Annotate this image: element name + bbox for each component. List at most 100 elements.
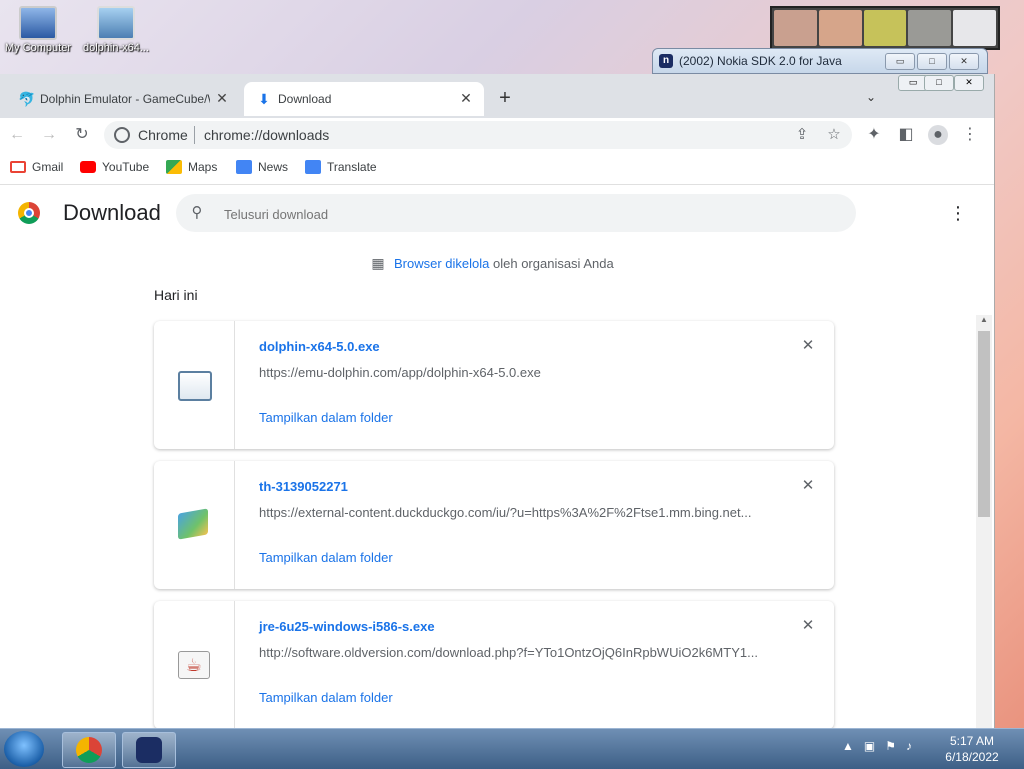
remove-download-icon[interactable]: ✕ [800,478,816,494]
toolbar: ← → ↻ Chrome chrome://downloads ⇪ ☆ ✦ ◧ … [0,118,994,152]
bookmark-gmail[interactable]: Gmail [10,160,63,174]
chrome-icon [76,737,102,763]
desktop-icon-dolphin[interactable]: dolphin-x64... [80,6,152,54]
show-in-folder-link[interactable]: Tampilkan dalam folder [259,690,393,705]
forward-icon[interactable]: → [39,125,59,145]
clock-time: 5:17 AM [949,734,995,748]
address-bar[interactable]: Chrome chrome://downloads ⇪ ☆ [104,121,852,149]
bookmark-maps[interactable]: Maps [166,160,217,174]
extensions-icon[interactable]: ✦ [864,125,884,145]
action-center-icon[interactable]: ⚑ [885,739,896,753]
tab-download[interactable]: ⬇ Download ✕ [244,82,484,116]
bookmark-label: Gmail [32,160,64,174]
url-text[interactable]: chrome://downloads [204,127,329,143]
close-button[interactable]: ✕ [949,53,979,70]
bookmark-youtube[interactable]: YouTube [80,160,149,174]
close-tab-icon[interactable]: ✕ [214,90,230,106]
search-input[interactable] [222,203,826,225]
side-panel-icon[interactable]: ◧ [896,125,916,145]
download-icon: ⬇ [258,91,270,107]
youtube-icon [80,161,96,173]
bookmark-news[interactable]: News [236,160,288,174]
show-in-folder-link[interactable]: Tampilkan dalam folder [259,550,393,565]
computer-icon [19,6,57,40]
remove-download-icon[interactable]: ✕ [800,338,816,354]
gmail-icon [10,161,26,173]
downloads-header: Download ⚲ ⋮ [0,185,994,241]
search-box[interactable]: ⚲ [176,194,856,232]
chrome-menu-icon[interactable]: ⋮ [960,125,980,145]
back-icon[interactable]: ← [7,125,27,145]
taskbar-chrome[interactable] [62,732,116,768]
background-window[interactable]: n (2002) Nokia SDK 2.0 for Java ▭ □ ✕ [652,48,988,74]
download-item: dolphin-x64-5.0.exe https://emu-dolphin.… [154,321,834,449]
news-icon [236,160,252,174]
exe-file-icon [178,371,212,401]
managed-notice: ▦ Browser dikelola oleh organisasi Anda [370,255,614,271]
desktop-icon-label: My Computer [4,42,72,54]
show-hidden-icons-icon[interactable]: ▲ [842,739,854,753]
chrome-close-button[interactable]: ✕ [954,75,984,91]
file-icon-area [154,321,235,449]
share-icon[interactable]: ⇪ [792,125,812,145]
file-icon-area [154,461,235,589]
section-today: Hari ini [154,287,198,303]
tab-search-chevron-icon[interactable]: ⌄ [866,90,876,104]
remove-download-icon[interactable]: ✕ [800,618,816,634]
nokia-sdk-icon: n [659,54,673,68]
download-filename-link[interactable]: jre-6u25-windows-i586-s.exe [259,619,435,634]
dolphin-icon: 🐬 [18,91,36,107]
chrome-restore-button[interactable]: □ [924,75,954,91]
downloads-page: Download ⚲ ⋮ ▦ Browser dikelola oleh org… [0,185,994,729]
download-filename-link[interactable]: th-3139052271 [259,479,348,494]
scroll-up-icon[interactable]: ▲ [976,315,992,329]
clock[interactable]: 5:17 AM 6/18/2022 [940,733,1004,765]
system-tray: ▲ ▣ ⚑ ♪ [842,739,912,753]
page-title: Download [63,200,161,225]
taskbar-nokia-sdk[interactable] [122,732,176,768]
show-in-folder-link[interactable]: Tampilkan dalam folder [259,410,393,425]
maximize-button[interactable]: □ [917,53,947,70]
maps-icon [166,160,182,174]
more-options-icon[interactable]: ⋮ [948,203,968,223]
new-tab-button[interactable]: + [494,88,516,110]
clock-date: 6/18/2022 [945,750,999,764]
managed-link[interactable]: Browser dikelola [394,256,489,271]
tab-label: Dolphin Emulator - GameCube/W [40,92,210,106]
download-item: ☕ jre-6u25-windows-i586-s.exe http://sof… [154,601,834,729]
profile-avatar-icon[interactable]: ● [928,125,948,145]
network-icon[interactable]: ▣ [864,739,875,753]
chrome-site-icon [114,127,130,143]
bookmarks-bar: Gmail YouTube Maps News Translate [0,152,994,185]
download-url: https://external-content.duckduckgo.com/… [259,505,752,520]
start-button[interactable] [4,731,44,767]
translate-icon [305,160,321,174]
bookmark-label: Translate [327,160,377,174]
scrollbar-thumb[interactable] [978,331,990,517]
volume-icon[interactable]: ♪ [906,739,912,753]
minimize-button[interactable]: ▭ [885,53,915,70]
bookmark-label: Maps [188,160,218,174]
tab-strip: 🐬 Dolphin Emulator - GameCube/W ✕ ⬇ Down… [0,74,994,124]
chrome-logo-icon [18,202,40,224]
close-tab-icon[interactable]: ✕ [458,90,474,106]
download-item: th-3139052271 https://external-content.d… [154,461,834,589]
omnibox-separator [194,126,195,144]
managed-text: oleh organisasi Anda [493,255,614,271]
installer-icon [97,6,135,40]
tab-dolphin[interactable]: 🐬 Dolphin Emulator - GameCube/W ✕ [6,82,240,116]
bookmark-star-icon[interactable]: ☆ [824,125,844,145]
java-file-icon: ☕ [178,651,210,679]
reload-icon[interactable]: ↻ [72,125,92,145]
building-icon: ▦ [371,255,385,271]
bookmark-translate[interactable]: Translate [305,160,377,174]
download-filename-link[interactable]: dolphin-x64-5.0.exe [259,339,380,354]
tab-label: Download [278,92,332,106]
nokia-sdk-icon [136,737,162,763]
bookmark-label: YouTube [102,160,150,174]
bookmark-label: News [258,160,289,174]
desktop-icon-label: dolphin-x64... [82,42,150,54]
search-icon: ⚲ [191,204,203,221]
desktop-icon-my-computer[interactable]: My Computer [2,6,74,54]
download-url: http://software.oldversion.com/download.… [259,645,758,660]
